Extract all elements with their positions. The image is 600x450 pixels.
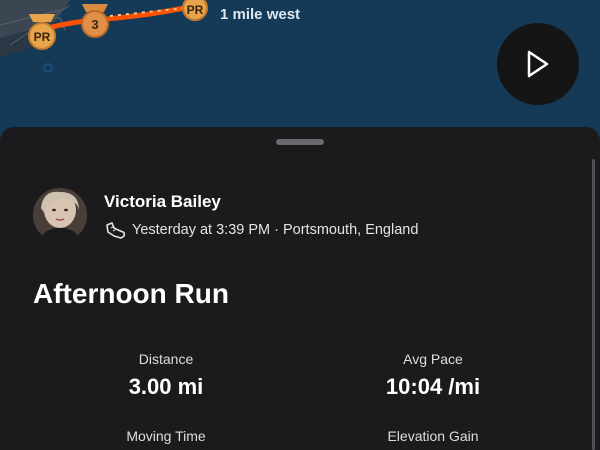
svg-text:3: 3 <box>91 17 98 32</box>
svg-text:PR: PR <box>34 30 51 44</box>
pr-badge[interactable]: PR <box>180 0 210 27</box>
play-route-button[interactable] <box>497 23 579 105</box>
drag-handle[interactable] <box>276 139 324 145</box>
distance-label: Distance <box>138 351 194 367</box>
scrollbar[interactable] <box>592 159 595 450</box>
avg-pace-label: Avg Pace <box>403 351 463 367</box>
activity-meta-text: Yesterday at 3:39 PM · Portsmouth, Engla… <box>132 222 419 238</box>
activity-sheet[interactable]: Victoria Bailey Yesterday at 3:39 PM · P… <box>0 127 600 450</box>
avatar-image <box>33 188 87 242</box>
moving-time-label: Moving Time <box>126 428 206 444</box>
activity-title: Afternoon Run <box>33 278 229 309</box>
athlete-name[interactable]: Victoria Bailey <box>104 192 221 212</box>
medal-icon: 3 <box>81 4 109 38</box>
svg-text:PR: PR <box>187 3 204 17</box>
shoe-icon <box>106 222 126 239</box>
athlete-avatar[interactable] <box>33 188 87 242</box>
pr-badge[interactable]: PR <box>26 12 58 57</box>
play-icon <box>527 50 549 78</box>
medal-icon: PR <box>182 0 208 21</box>
third-place-badge[interactable]: 3 <box>79 2 111 45</box>
activity-meta: Yesterday at 3:39 PM · Portsmouth, Engla… <box>104 219 418 241</box>
medal-icon: PR <box>28 14 56 50</box>
avg-pace-value: 10:04 /mi <box>385 374 481 399</box>
elevation-gain-label: Elevation Gain <box>387 428 479 444</box>
direction-label: 1 mile west <box>220 6 301 23</box>
distance-value: 3.00 mi <box>128 374 204 399</box>
